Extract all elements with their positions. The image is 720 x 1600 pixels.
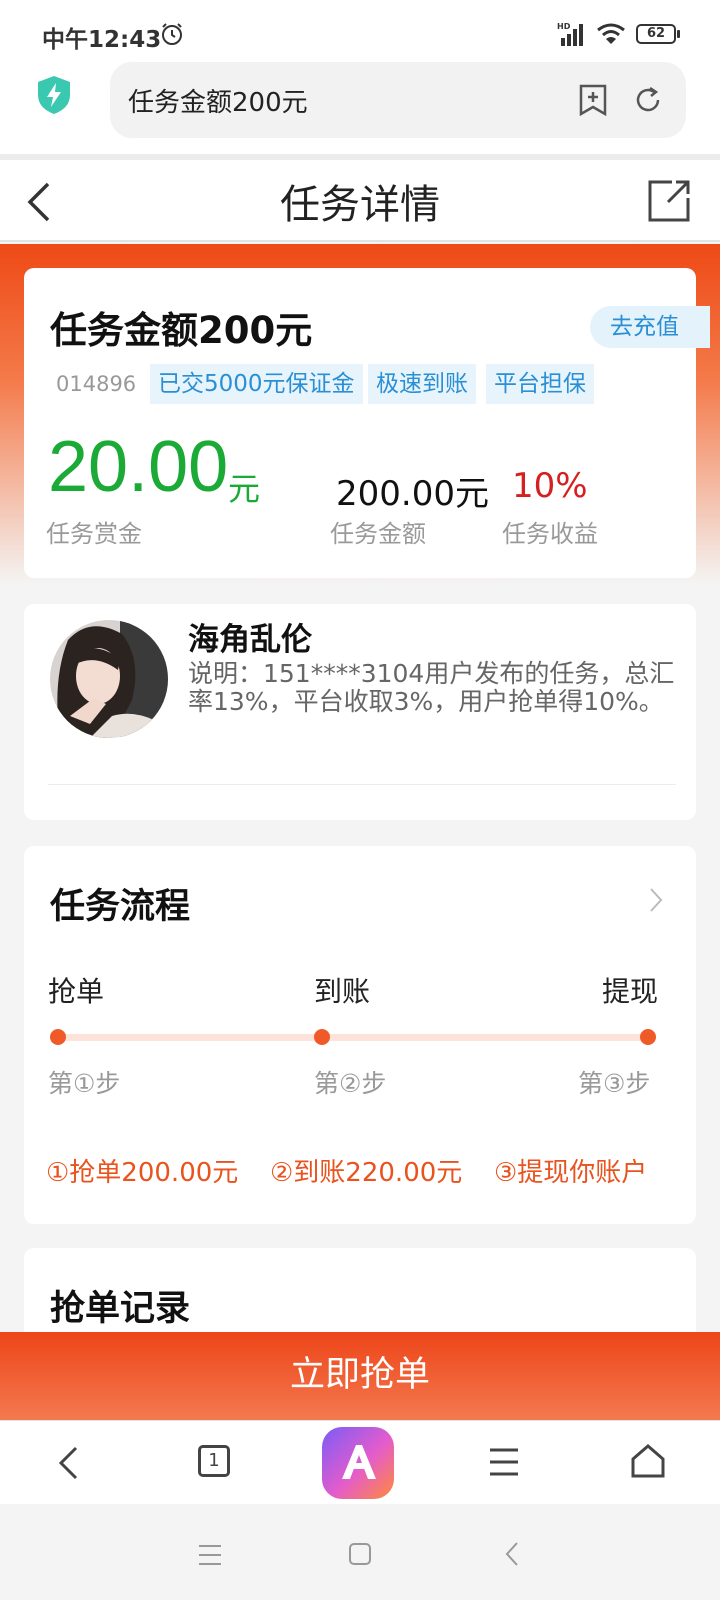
step-withdraw-label: 提现 (602, 975, 659, 1008)
grab-record-card: 抢单记录 (24, 1248, 696, 1338)
step-2-number: 第②步 (314, 1069, 387, 1098)
task-id: 014896 (56, 372, 137, 396)
share-icon[interactable] (646, 178, 692, 224)
publisher-name: 海角乱伦 (188, 622, 312, 658)
home-icon[interactable] (630, 1443, 666, 1479)
fast-payout-tag: 极速到账 (368, 364, 476, 404)
task-flow-card: 任务流程 抢单 到账 提现 第①步 第②步 第③步 ①抢单200.00元 ②到账… (24, 846, 696, 1224)
home-square-icon[interactable] (348, 1542, 372, 1566)
publisher-card: 海角乱伦 说明：151****3104用户发布的任务，总汇率13%，平台收取3%… (24, 604, 696, 820)
step-1-dot (50, 1029, 66, 1045)
recharge-button[interactable]: 去充值 (590, 306, 710, 348)
reward-label: 任务赏金 (46, 520, 142, 548)
task-summary-card: 任务金额200元 去充值 014896 已交5000元保证金 极速到账 平台担保… (24, 268, 710, 578)
status-bar: 中午12:43 HD 62 (0, 0, 720, 62)
bookmark-add-icon[interactable] (578, 84, 608, 116)
battery-icon: 62 (636, 24, 680, 44)
system-nav-bar (0, 1504, 720, 1600)
app-logo-button[interactable] (322, 1427, 394, 1499)
flow-note-grab: ①抢单200.00元 (46, 1158, 239, 1188)
address-bar[interactable]: 任务金额200元 (110, 62, 686, 138)
amount-value: 200.00元 (336, 474, 489, 514)
address-text[interactable]: 任务金额200元 (128, 82, 308, 119)
deposit-tag: 已交5000元保证金 (150, 364, 363, 404)
reward-value: 20.00 (48, 427, 229, 507)
guarantee-tag: 平台担保 (486, 364, 594, 404)
wifi-icon (597, 23, 625, 44)
status-time: 中午12:43 (42, 27, 162, 53)
task-description: 说明：151****3104用户发布的任务，总汇率13%，平台收取3%，用户抢单… (188, 659, 675, 716)
step-1-number: 第①步 (48, 1069, 121, 1098)
step-grab-label: 抢单 (48, 975, 105, 1008)
menu-icon[interactable] (488, 1447, 520, 1477)
flow-progress-line (58, 1034, 656, 1041)
reload-icon[interactable] (632, 84, 664, 116)
browser-bottom-nav: 1 (0, 1420, 720, 1504)
yield-value: 10% (512, 466, 588, 506)
grab-order-button[interactable]: 立即抢单 (0, 1332, 720, 1420)
step-3-number: 第③步 (578, 1069, 651, 1098)
flow-note-arrive: ②到账220.00元 (270, 1158, 463, 1188)
signal-icon: HD (557, 22, 583, 46)
chevron-right-icon[interactable] (648, 886, 664, 914)
avatar (50, 620, 168, 738)
flow-title: 任务流程 (50, 887, 191, 927)
nav-back-icon[interactable] (56, 1445, 80, 1481)
divider (48, 784, 676, 785)
amount-label: 任务金额 (330, 520, 426, 548)
page-title: 任务详情 (280, 182, 440, 228)
yield-label: 任务收益 (502, 520, 598, 548)
svg-text:HD: HD (557, 22, 571, 31)
flow-note-withdraw: ③提现你账户 (494, 1158, 648, 1188)
page-header: 任务详情 (0, 154, 720, 242)
reward-unit: 元 (228, 470, 261, 508)
recent-apps-icon[interactable] (198, 1544, 222, 1566)
record-title: 抢单记录 (50, 1289, 191, 1329)
browser-toolbar: 任务金额200元 (0, 62, 720, 154)
sys-back-icon[interactable] (504, 1540, 520, 1568)
step-3-dot (640, 1029, 656, 1045)
shield-icon[interactable] (36, 75, 72, 115)
step-arrive-label: 到账 (314, 975, 371, 1008)
task-title: 任务金额200元 (50, 309, 313, 352)
alarm-icon (162, 23, 182, 45)
step-2-dot (314, 1029, 330, 1045)
tabs-button[interactable]: 1 (198, 1445, 230, 1477)
app-logo-icon (342, 1445, 376, 1479)
